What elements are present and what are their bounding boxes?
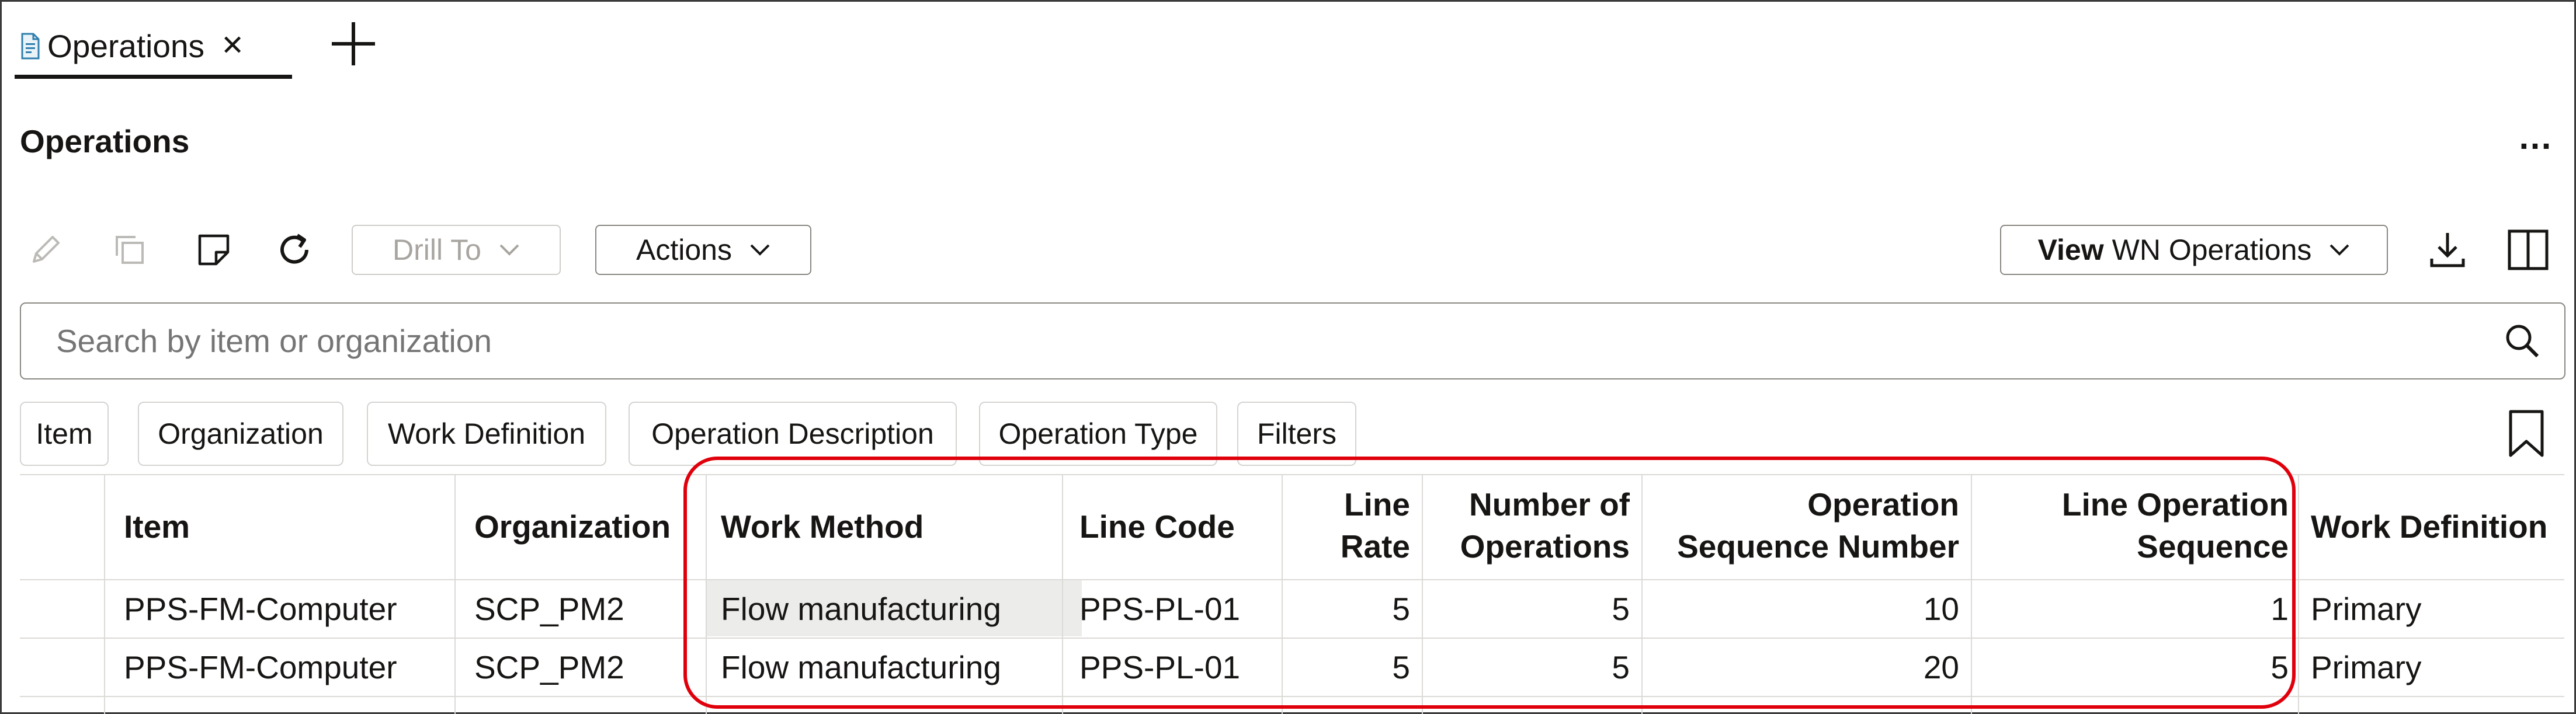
drill-to-button[interactable]: Drill To — [352, 225, 561, 275]
cell-line-code: PPS-PL-01 — [1079, 649, 1241, 685]
header-line: Line — [1343, 486, 1410, 523]
plus-icon[interactable] — [327, 18, 380, 70]
filters-button[interactable]: Filters — [1237, 402, 1356, 466]
chevron-down-icon — [2329, 244, 2349, 256]
cell-number-of-operations: 5 — [1612, 649, 1630, 685]
header-line: Operation — [1807, 486, 1959, 523]
filter-chip-operation-description[interactable]: Operation Description — [629, 402, 957, 466]
filter-chip-organization[interactable]: Organization — [138, 402, 343, 466]
header-line: Sequence Number — [1677, 528, 1959, 565]
tab-title: Operations — [47, 28, 205, 64]
filter-chip-label: Organization — [158, 417, 324, 450]
page-title: Operations — [20, 123, 190, 159]
cell-work-definition: Primary — [2311, 591, 2422, 627]
header-line: Sequence — [2137, 528, 2289, 565]
table-rule — [20, 579, 2564, 580]
column-header-number-of-operations[interactable]: Number of Operations — [1422, 483, 1630, 567]
filter-chip-item[interactable]: Item — [20, 402, 109, 466]
view-selector-button[interactable]: View WN Operations — [2000, 225, 2388, 275]
column-header-work-definition[interactable]: Work Definition — [2311, 506, 2547, 548]
cell-work-method[interactable]: Flow manufacturing — [721, 583, 1001, 635]
column-header-work-method[interactable]: Work Method — [721, 506, 924, 548]
cell-work-method[interactable]: Flow manufacturing — [721, 641, 1001, 694]
search-input[interactable] — [55, 304, 2394, 379]
cell-work-definition: Primary — [2311, 649, 2422, 685]
duplicate-icon[interactable] — [106, 227, 153, 273]
filter-chip-operation-type[interactable]: Operation Type — [979, 402, 1217, 466]
chevron-down-icon — [499, 244, 519, 256]
filter-chip-label: Operation Type — [998, 417, 1198, 450]
view-label-bold: View — [2037, 234, 2104, 266]
refresh-icon[interactable] — [271, 227, 318, 273]
operations-table: Item Organization Work Method Line Code … — [20, 474, 2564, 714]
more-options-icon[interactable]: … — [2518, 120, 2555, 155]
cell-line-operation-sequence: 1 — [2271, 591, 2289, 627]
document-icon — [21, 33, 40, 60]
active-tab-indicator — [15, 75, 292, 79]
actions-label: Actions — [636, 234, 732, 266]
column-divider — [454, 474, 456, 714]
cell-operation-sequence-number: 20 — [1923, 649, 1959, 685]
close-icon[interactable]: ✕ — [221, 32, 244, 60]
edit-icon[interactable] — [22, 227, 69, 273]
cell-line-operation-sequence: 5 — [2271, 649, 2289, 685]
header-line: Number of — [1469, 486, 1630, 523]
search-icon[interactable] — [2504, 322, 2541, 360]
header-line: Line Operation — [2061, 486, 2289, 523]
tab-operations[interactable]: Operations ✕ — [15, 13, 292, 79]
header-line: Operations — [1460, 528, 1630, 565]
column-header-operation-sequence-number[interactable]: Operation Sequence Number — [1641, 483, 1959, 567]
cell-line-code: PPS-PL-01 — [1079, 591, 1241, 627]
cell-line-rate: 5 — [1392, 591, 1410, 627]
drill-to-label: Drill To — [393, 234, 481, 266]
column-divider — [104, 474, 105, 714]
bookmark-icon[interactable] — [2506, 409, 2547, 458]
filter-chip-label: Operation Description — [651, 417, 934, 450]
filter-chip-label: Work Definition — [387, 417, 586, 450]
column-divider — [1062, 474, 1063, 714]
column-divider — [2298, 474, 2299, 714]
cell-operation-sequence-number: 10 — [1923, 591, 1959, 627]
table-rule — [20, 696, 2564, 697]
header-line: Rate — [1340, 528, 1410, 565]
column-header-line-code[interactable]: Line Code — [1079, 506, 1235, 548]
view-label-name: WN Operations — [2112, 234, 2312, 266]
download-icon[interactable] — [2424, 227, 2471, 273]
cell-line-rate: 5 — [1392, 649, 1410, 685]
chevron-down-icon — [750, 244, 770, 256]
filter-chip-label: Item — [36, 417, 93, 450]
cell-item: PPS-FM-Computer — [124, 649, 397, 685]
filter-chip-work-definition[interactable]: Work Definition — [367, 402, 606, 466]
filter-chip-label: Filters — [1256, 417, 1337, 450]
cell-organization: SCP_PM2 — [474, 649, 624, 685]
columns-icon[interactable] — [2505, 227, 2551, 273]
table-rule — [20, 638, 2564, 639]
column-divider — [706, 474, 707, 714]
actions-button[interactable]: Actions — [595, 225, 811, 275]
column-header-line-operation-sequence[interactable]: Line Operation Sequence — [1971, 483, 2289, 567]
cell-number-of-operations: 5 — [1612, 591, 1630, 627]
column-header-organization[interactable]: Organization — [474, 506, 671, 548]
column-header-line-rate[interactable]: Line Rate — [1282, 483, 1410, 567]
search-bar[interactable] — [20, 302, 2565, 379]
cell-organization: SCP_PM2 — [474, 591, 624, 627]
cell-item: PPS-FM-Computer — [124, 591, 397, 627]
column-header-item[interactable]: Item — [124, 506, 190, 548]
table-rule — [20, 474, 2564, 475]
note-icon[interactable] — [190, 227, 237, 273]
